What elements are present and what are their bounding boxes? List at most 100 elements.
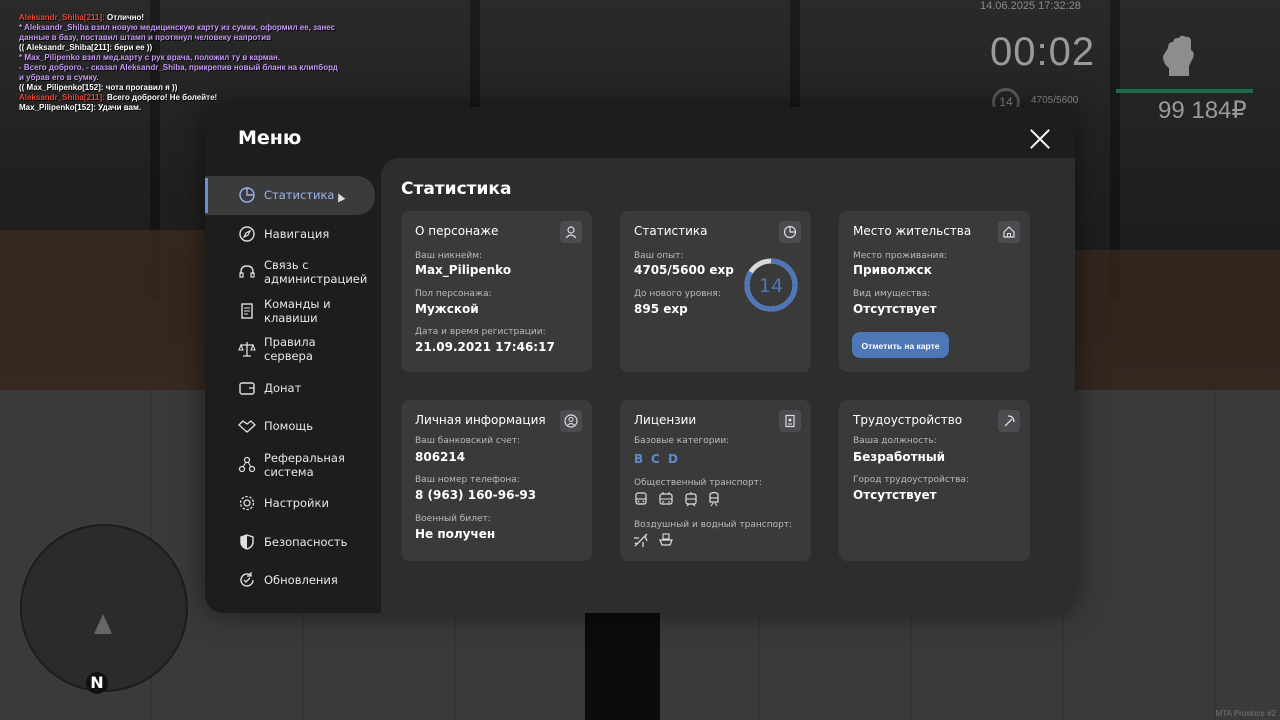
reg-value: 21.09.2021 17:46:17: [415, 340, 555, 354]
place-value: Приволжск: [853, 263, 932, 277]
sidebar-item[interactable]: Команды и клавиши: [205, 292, 381, 331]
hud-datetime: 14.06.2025 17:32:28: [980, 0, 1081, 12]
sidebar-item-label: Безопасность: [264, 534, 348, 549]
content-title: Статистика: [401, 179, 512, 199]
card-employment: Трудоустройство Ваша должность: Безработ…: [839, 400, 1030, 561]
exp-value: 4705/5600 exp: [634, 263, 734, 277]
handshake-icon: [238, 420, 256, 434]
chat-line: Aleksandr_Shiba[211]: Отлично!: [19, 13, 338, 23]
bank-label: Ваш банковский счет:: [415, 436, 521, 446]
plane-icon: [634, 533, 648, 547]
sidebar-item[interactable]: Навигация: [205, 215, 381, 254]
air-water-transport-label: Воздушный и водный транспорт:: [634, 520, 793, 530]
position-label: Ваша должность:: [853, 436, 937, 446]
sidebar-item[interactable]: Статистика: [205, 176, 375, 215]
chat-segment: данные в базу, поставил штамп и протянул…: [19, 33, 271, 42]
phone-value: 8 (963) 160-96-93: [415, 488, 537, 502]
chat-segment: (( Max_Pilipenko[152]: чота прогавил я )…: [19, 83, 178, 92]
job-city-value: Отсутствует: [853, 488, 937, 502]
sidebar-item-label: Помощь: [264, 419, 314, 434]
nick-value: Max_Pilipenko: [415, 263, 512, 277]
sidebar-item-label: Навигация: [264, 226, 330, 241]
minimap: N: [20, 524, 188, 694]
military-label: Военный билет:: [415, 514, 491, 524]
pie-chart-icon: [239, 187, 255, 203]
hud-timer: 00:02: [990, 30, 1096, 74]
health-bar: [1116, 89, 1253, 93]
gear-icon: [239, 496, 255, 511]
sidebar-item-label: Правила сервера: [264, 335, 316, 364]
base-categories-label: Базовые категории:: [634, 436, 730, 446]
chat-line: данные в базу, поставил штамп и протянул…: [19, 33, 338, 43]
user-circle-icon: [560, 410, 582, 432]
job-city-label: Город трудоустройства:: [853, 475, 969, 485]
gender-label: Пол персонажа:: [415, 289, 492, 299]
close-icon[interactable]: [1029, 128, 1051, 150]
document-icon: [241, 303, 253, 319]
license-category: B: [634, 452, 644, 466]
sidebar-item[interactable]: Безопасность: [205, 523, 381, 562]
level-progress-ring: 14: [744, 258, 798, 312]
sidebar-item[interactable]: Правила сервера: [205, 330, 381, 369]
sidebar-item[interactable]: Настройки: [205, 484, 381, 523]
public-transport-label: Общественный транспорт:: [634, 478, 762, 488]
headset-icon: [239, 265, 255, 278]
pickaxe-icon: [998, 410, 1020, 432]
chat-segment: Max_Pilipenko[152]: Удачи вам.: [19, 103, 142, 112]
wallet-icon: [239, 382, 255, 395]
home-icon: [998, 221, 1020, 243]
chat-line: и убрав его в сумку.: [19, 73, 338, 83]
train-icon: [709, 491, 719, 507]
position-value: Безработный: [853, 450, 946, 464]
sidebar-item-label: Настройки: [264, 496, 329, 511]
chat-line: (( Aleksandr_Shiba[211]: бери ее )): [19, 43, 338, 53]
user-icon: [560, 221, 582, 243]
sidebar-item-label: Обновления: [264, 573, 338, 588]
chat-segment: Всего доброго! Не болейте!: [104, 93, 218, 102]
card-title: Место жительства: [853, 224, 972, 238]
sidebar-item[interactable]: Обновления: [205, 561, 381, 600]
chat-segment: Aleksandr_Shiba[211]:: [19, 13, 105, 22]
scales-icon: [238, 342, 256, 357]
gender-value: Мужской: [415, 302, 479, 316]
military-value: Не получен: [415, 527, 496, 541]
level-number: 14: [759, 275, 783, 297]
sidebar-item[interactable]: Реферальная система: [205, 446, 381, 485]
place-label: Место проживания:: [853, 251, 947, 261]
card-residence: Место жительства Место проживания: Приво…: [839, 211, 1030, 372]
boat-icon: [659, 533, 673, 546]
chat-line: * Aleksandr_Shiba взял новую медицинскую…: [19, 23, 338, 33]
sidebar-item-label: Реферальная система: [264, 450, 345, 479]
sidebar-item[interactable]: Донат: [205, 369, 381, 408]
north-indicator: N: [86, 672, 108, 694]
chat-segment: и убрав его в сумку.: [19, 73, 99, 82]
card-personal-info: Личная информация Ваш банковский счет: 8…: [401, 400, 592, 561]
card-character: О персонаже Ваш никнейм: Max_Pilipenko П…: [401, 211, 592, 372]
card-title: О персонаже: [415, 224, 499, 238]
menu-sidebar: Статистика Навигация Связь с администрацие…: [205, 176, 381, 600]
next-level-label: До нового уровня:: [634, 289, 721, 299]
card-title: Трудоустройство: [853, 413, 963, 427]
chat-segment: Aleksandr_Shiba[211]:: [19, 93, 105, 102]
chat-line: (( Max_Pilipenko[152]: чота прогавил я )…: [19, 83, 338, 93]
chat-segment: - Всего доброго, - сказал Aleksandr_Shib…: [19, 63, 338, 72]
sidebar-item[interactable]: Помощь: [205, 407, 381, 446]
tram-icon: [685, 492, 697, 507]
nick-label: Ваш никнейм:: [415, 251, 483, 261]
bank-value: 806214: [415, 450, 466, 464]
menu-window: Меню Статистика Навигация Связь с админист…: [205, 107, 1075, 613]
card-title: Личная информация: [415, 413, 546, 427]
player-character: [585, 600, 660, 720]
next-level-value: 895 exp: [634, 302, 688, 316]
sidebar-item[interactable]: Связь с администрацией: [205, 253, 381, 292]
card-title: Статистика: [634, 224, 708, 238]
chat-line: * Max_Pilipenko взял мед.карту с рук вра…: [19, 53, 338, 63]
reg-label: Дата и время регистрации:: [415, 327, 546, 337]
mark-on-map-button[interactable]: Отметить на карте: [852, 332, 949, 358]
compass-icon: [239, 226, 255, 242]
sidebar-item-label: Статистика: [264, 188, 335, 203]
chat-segment: * Aleksandr_Shiba взял новую медицинскую…: [19, 23, 336, 32]
chat-log: Aleksandr_Shiba[211]: Отлично! * Aleksan…: [19, 13, 338, 113]
trolleybus-icon: [659, 492, 673, 505]
menu-title: Меню: [238, 127, 302, 149]
